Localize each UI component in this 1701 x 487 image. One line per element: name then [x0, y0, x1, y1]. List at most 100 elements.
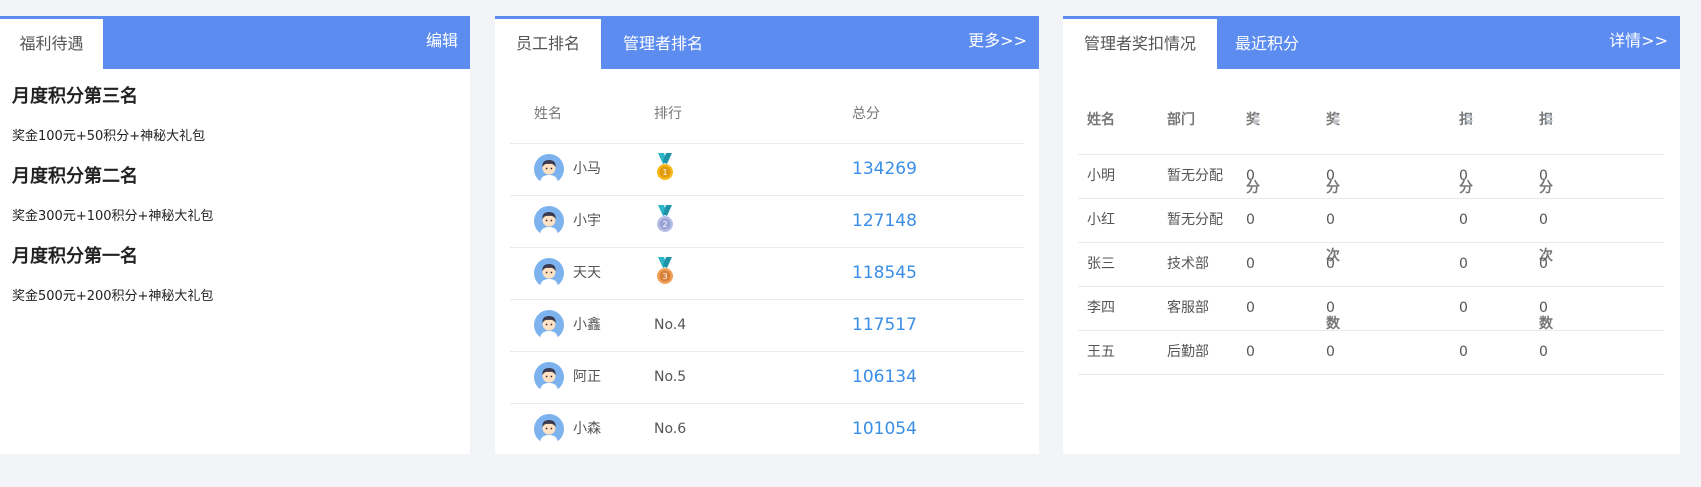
cell-deduct: 0 [1459, 344, 1468, 360]
benefit-title: 月度积分第二名 [12, 166, 138, 187]
employee-name: 小宇 [573, 213, 601, 229]
detail-link[interactable]: 详情>> [1609, 16, 1668, 66]
cell-reward-count: 0 [1326, 300, 1335, 316]
table-row: 小森 No.6 101054 [510, 404, 1024, 454]
total-score[interactable]: 106134 [852, 352, 917, 403]
benefits-panel: 福利待遇 编辑 月度积分第三名 奖金100元+50积分+神秘大礼包 月度积分第二… [0, 16, 470, 454]
cell-deduct-count: 0 [1539, 344, 1548, 360]
avatar [534, 154, 564, 184]
total-score[interactable]: 118545 [852, 248, 917, 299]
rank-label: No.6 [654, 421, 687, 437]
table-header: 姓名 排行 总分 [510, 86, 1024, 144]
total-score[interactable]: 134269 [852, 144, 917, 195]
employee-name: 阿正 [573, 369, 601, 385]
tab-employee-ranking[interactable]: 员工排名 [495, 19, 601, 69]
col-deduct[interactable]: 扣分 [1459, 86, 1473, 196]
benefit-item: 月度积分第二名 奖金300元+100积分+神秘大礼包 [12, 163, 458, 225]
table-row: 张三 技术部 0 0 0 0 [1078, 243, 1664, 287]
table-row: 王五 后勤部 0 0 0 0 [1078, 331, 1664, 375]
cell-name: 王五 [1087, 344, 1115, 360]
cell-deduct: 0 [1459, 256, 1468, 272]
svg-text:1: 1 [662, 168, 667, 177]
cell-name: 张三 [1087, 256, 1115, 272]
benefits-list: 月度积分第三名 奖金100元+50积分+神秘大礼包 月度积分第二名 奖金300元… [0, 69, 470, 309]
ranking-header: 员工排名 管理者排名 更多>> [495, 16, 1039, 69]
sort-icon[interactable] [1252, 113, 1260, 125]
cell-deduct-count: 0 [1539, 212, 1548, 228]
employee-name: 小马 [573, 161, 601, 177]
cell-reward-count: 0 [1326, 168, 1335, 184]
table-header: 姓名 部门 奖分 奖分次数 扣分 扣分次数 [1078, 86, 1664, 332]
cell-dept: 暂无分配 [1167, 212, 1223, 228]
silver-medal-icon: 2 [654, 205, 676, 235]
cell-dept: 后勤部 [1167, 344, 1209, 360]
cell-name: 小红 [1087, 212, 1115, 228]
cell-reward: 0 [1246, 300, 1255, 316]
cell-reward: 0 [1246, 256, 1255, 272]
avatar [534, 362, 564, 392]
score-header: 管理者奖扣情况 最近积分 详情>> [1063, 16, 1680, 69]
avatar [534, 258, 564, 288]
ranking-table: 姓名 排行 总分 小马 1 134269 小宇 2 127148 天天 3 118545 小鑫 No… [510, 86, 1024, 454]
gold-medal-icon: 1 [654, 153, 676, 183]
tab-manager-rewards[interactable]: 管理者奖扣情况 [1063, 19, 1217, 69]
table-row: 小宇 2 127148 [510, 196, 1024, 248]
col-reward-count[interactable]: 奖分次数 [1326, 86, 1340, 332]
table-row: 李四 客服部 0 0 0 0 [1078, 287, 1664, 331]
cell-deduct-count: 0 [1539, 168, 1548, 184]
cell-deduct-count: 0 [1539, 300, 1548, 316]
benefit-title: 月度积分第三名 [12, 86, 138, 107]
sort-icon[interactable] [1332, 113, 1340, 125]
ranking-panel: 员工排名 管理者排名 更多>> 姓名 排行 总分 小马 1 134269 小宇 2 127… [495, 16, 1039, 454]
avatar [534, 206, 564, 236]
rank-label: No.4 [654, 317, 687, 333]
employee-name: 天天 [573, 265, 601, 281]
cell-deduct: 0 [1459, 168, 1468, 184]
cell-reward: 0 [1246, 212, 1255, 228]
cell-reward: 0 [1246, 344, 1255, 360]
tab-benefits[interactable]: 福利待遇 [0, 19, 103, 69]
benefit-desc: 奖金300元+100积分+神秘大礼包 [12, 209, 214, 224]
cell-deduct-count: 0 [1539, 256, 1548, 272]
ranking-rows: 小马 1 134269 小宇 2 127148 天天 3 118545 小鑫 No.4 117517 阿… [510, 144, 1024, 454]
cell-reward-count: 0 [1326, 344, 1335, 360]
col-name: 姓名 [534, 106, 562, 122]
cell-dept: 客服部 [1167, 300, 1209, 316]
total-score[interactable]: 101054 [852, 404, 917, 454]
col-dept: 部门 [1167, 112, 1195, 128]
cell-name: 李四 [1087, 300, 1115, 316]
col-reward[interactable]: 奖分 [1246, 86, 1260, 196]
tab-recent-points[interactable]: 最近积分 [1217, 19, 1317, 69]
cell-reward-count: 0 [1326, 212, 1335, 228]
employee-name: 小鑫 [573, 317, 601, 333]
benefit-item: 月度积分第三名 奖金100元+50积分+神秘大礼包 [12, 83, 458, 145]
score-panel: 管理者奖扣情况 最近积分 详情>> 姓名 部门 奖分 奖分次数 扣分 扣分次数 … [1063, 16, 1680, 454]
total-score[interactable]: 117517 [852, 300, 917, 351]
score-rows: 小明 暂无分配 0 0 0 0 小红 暂无分配 0 0 0 0 张三 技术部 0 0 0 0 李四 客服部 0 0 0 0 王五… [1078, 155, 1664, 375]
cell-reward-count: 0 [1326, 256, 1335, 272]
col-rank: 排行 [654, 106, 682, 122]
tab-manager-ranking[interactable]: 管理者排名 [601, 19, 725, 69]
rank-label: No.5 [654, 369, 687, 385]
table-row: 小马 1 134269 [510, 144, 1024, 196]
avatar [534, 310, 564, 340]
benefits-header: 福利待遇 编辑 [0, 16, 470, 69]
total-score[interactable]: 127148 [852, 196, 917, 247]
svg-text:3: 3 [662, 272, 667, 281]
score-table: 姓名 部门 奖分 奖分次数 扣分 扣分次数 小明 暂无分配 0 0 0 0 小红 暂无分配 0 0… [1078, 86, 1664, 375]
cell-name: 小明 [1087, 168, 1115, 184]
col-name: 姓名 [1087, 112, 1115, 128]
bronze-medal-icon: 3 [654, 257, 676, 287]
more-link[interactable]: 更多>> [968, 16, 1027, 66]
edit-link[interactable]: 编辑 [426, 16, 458, 66]
cell-dept: 技术部 [1167, 256, 1209, 272]
sort-icon[interactable] [1545, 113, 1553, 125]
benefit-desc: 奖金500元+200积分+神秘大礼包 [12, 289, 214, 304]
employee-name: 小森 [573, 421, 601, 437]
table-row: 阿正 No.5 106134 [510, 352, 1024, 404]
benefit-title: 月度积分第一名 [12, 246, 138, 267]
cell-dept: 暂无分配 [1167, 168, 1223, 184]
col-deduct-count[interactable]: 扣分次数 [1539, 86, 1553, 332]
cell-deduct: 0 [1459, 212, 1468, 228]
sort-icon[interactable] [1465, 113, 1473, 125]
